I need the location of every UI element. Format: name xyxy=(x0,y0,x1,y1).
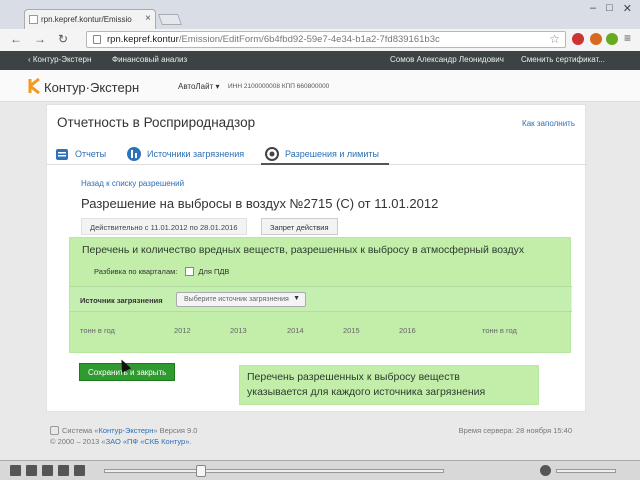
close-tab-icon[interactable]: × xyxy=(145,13,151,24)
copyright-prefix: © 2000 – 2013 « xyxy=(50,437,106,446)
finance-analysis-link[interactable]: Финансовый анализ xyxy=(112,55,187,64)
tab-pollution-sources[interactable]: Источники загрязнения xyxy=(127,147,244,161)
volume-icon[interactable] xyxy=(540,465,551,476)
active-tab-indicator xyxy=(261,163,389,165)
factory-icon xyxy=(127,147,141,161)
page-title: Отчетность в Росприроднадзор xyxy=(57,115,256,130)
tab-permits-label: Разрешения и лимиты xyxy=(285,149,379,159)
system-prefix: Система « xyxy=(62,426,99,435)
tons-label-right: тонн в год xyxy=(482,326,517,335)
browser-tab[interactable]: rpn.kepref.kontur/Emissio × xyxy=(24,9,156,29)
note-line: Перечень разрешенных к выбросу веществ xyxy=(247,371,460,383)
copyright-suffix: . xyxy=(189,437,192,446)
source-select[interactable]: Выберите источник загрязнения ▼ xyxy=(176,292,306,307)
maximize-button[interactable]: □ xyxy=(606,2,613,15)
window-controls: – □ ✕ xyxy=(590,2,632,15)
app-top-bar: ‹ Контур-Экстерн Финансовый анализ Сомов… xyxy=(0,51,640,70)
annotation-note: Перечень разрешенных к выбросу веществ у… xyxy=(239,365,539,405)
years-header: тонн в год 2012 2013 2014 2015 2016 тонн… xyxy=(70,326,572,340)
source-select-value: Выберите источник загрязнения xyxy=(184,296,289,303)
back-to-permits-link[interactable]: Назад к списку разрешений xyxy=(81,179,184,188)
pause-icon[interactable] xyxy=(10,465,21,476)
ban-action-button[interactable]: Запрет действия xyxy=(261,218,338,235)
close-window-button[interactable]: ✕ xyxy=(623,2,632,15)
organization-selector[interactable]: АвтоЛайт ▾ xyxy=(178,82,220,91)
forward-icon[interactable] xyxy=(58,465,69,476)
source-row: Источник загрязнения Выберите источник з… xyxy=(70,286,572,312)
change-certificate-link[interactable]: Сменить сертификат... xyxy=(521,55,605,64)
seek-bar[interactable] xyxy=(104,469,444,473)
permit-icon xyxy=(265,147,279,161)
media-player-bar xyxy=(0,460,640,480)
page-favicon-icon xyxy=(29,15,38,24)
year-label: 2013 xyxy=(230,326,247,335)
seal-icon xyxy=(50,426,59,435)
kontur-logo-icon xyxy=(28,78,40,94)
reload-icon[interactable]: ↻ xyxy=(58,32,68,46)
year-label: 2015 xyxy=(343,326,360,335)
volume-slider[interactable] xyxy=(556,469,616,473)
new-tab-button[interactable] xyxy=(157,14,183,25)
year-label: 2014 xyxy=(287,326,304,335)
main-card: Отчетность в Росприроднадзор Как заполни… xyxy=(46,104,587,412)
source-label: Источник загрязнения xyxy=(80,296,163,305)
system-link[interactable]: Контур-Экстерн xyxy=(98,426,153,435)
stop-icon[interactable] xyxy=(26,465,37,476)
how-to-fill-link[interactable]: Как заполнить xyxy=(522,119,575,128)
back-arrow-icon[interactable]: ← xyxy=(10,32,22,46)
menu-icon[interactable]: ≡ xyxy=(624,31,631,45)
year-label: 2012 xyxy=(174,326,191,335)
address-bar[interactable]: rpn.kepref.kontur/Emission/EditForm/6b4f… xyxy=(86,31,566,48)
substances-panel-title: Перечень и количество вредных веществ, р… xyxy=(82,244,525,256)
tab-title: rpn.kepref.kontur/Emissio xyxy=(41,15,132,24)
reports-icon xyxy=(56,149,68,160)
validity-period: Действительно с 11.01.2012 по 28.01.2016 xyxy=(81,218,247,235)
quarters-label: Разбивка по кварталам: xyxy=(94,267,178,276)
extension-icon[interactable] xyxy=(572,33,584,45)
server-time: Время сервера: 28 ноября 15:40 xyxy=(458,426,572,435)
pdv-label: Для ПДВ xyxy=(198,267,230,276)
seek-handle[interactable] xyxy=(196,465,206,477)
extension-icon[interactable] xyxy=(590,33,602,45)
tab-permits[interactable]: Разрешения и лимиты xyxy=(265,147,379,161)
url-host: rpn.kepref.kontur xyxy=(107,34,179,45)
extension-icon[interactable] xyxy=(606,33,618,45)
system-version: Система «Контур-Экстерн» Версия 9.0 xyxy=(62,426,197,435)
logo-text[interactable]: Контур·Экстерн xyxy=(44,80,139,95)
tons-label: тонн в год xyxy=(80,326,115,335)
brand-bar: Контур·Экстерн АвтоЛайт ▾ ИНН 2100000008… xyxy=(0,70,640,102)
forward-arrow-icon[interactable]: → xyxy=(34,32,46,46)
copyright: © 2000 – 2013 «ЗАО «ПФ «СКБ Контур». xyxy=(50,437,191,446)
pdv-checkbox[interactable] xyxy=(185,267,195,276)
user-name[interactable]: Сомов Александр Леонидович xyxy=(390,55,504,64)
permit-title: Разрешение на выбросы в воздух №2715 (С)… xyxy=(81,196,439,211)
chevron-down-icon: ▼ xyxy=(293,295,300,302)
url-path: /Emission/EditForm/6b4fbd92-59e7-4e34-b1… xyxy=(178,34,440,45)
note-line: указывается для каждого источника загряз… xyxy=(247,386,486,398)
bookmark-star-icon[interactable]: ☆ xyxy=(549,32,560,46)
minimize-button[interactable]: – xyxy=(590,2,596,15)
tab-reports-label: Отчеты xyxy=(75,149,107,159)
inn-kpp: ИНН 2100000008 КПП 660800000 xyxy=(228,83,330,90)
quarters-row: Разбивка по кварталам: Для ПДВ xyxy=(94,267,229,276)
substances-panel: Перечень и количество вредных веществ, р… xyxy=(69,237,572,353)
rewind-icon[interactable] xyxy=(42,465,53,476)
company-link[interactable]: ЗАО «ПФ «СКБ Контур» xyxy=(106,437,190,446)
back-to-kontur-link[interactable]: ‹ Контур-Экстерн xyxy=(28,55,91,64)
tab-pollution-sources-label: Источники загрязнения xyxy=(147,149,245,159)
system-suffix: » Версия 9.0 xyxy=(153,426,198,435)
page-info-icon xyxy=(93,35,101,44)
tab-reports[interactable]: Отчеты xyxy=(55,147,106,161)
next-icon[interactable] xyxy=(74,465,85,476)
section-tabs: Отчеты Источники загрязнения Разрешения … xyxy=(47,143,587,165)
browser-toolbar: ← → ↻ rpn.kepref.kontur/Emission/EditFor… xyxy=(0,29,640,51)
year-label: 2016 xyxy=(399,326,416,335)
